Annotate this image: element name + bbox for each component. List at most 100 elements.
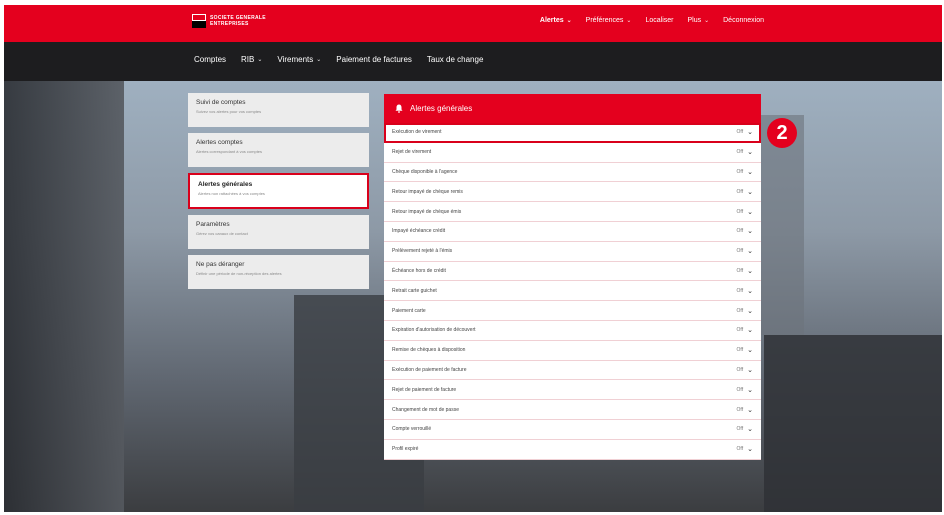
chevron-down-icon[interactable]: ⌄ [747,425,753,433]
top-nav: Alertes ⌄ Préférences ⌄ Localiser Plus ⌄ Déconn… [540,17,764,24]
sidebar-card-title: Alertes comptes [196,139,243,146]
alert-toggle[interactable]: Off ⌄ [737,208,753,216]
alert-toggle[interactable]: Off ⌄ [737,445,753,453]
alert-toggle[interactable]: Off ⌄ [737,227,753,235]
chevron-down-icon[interactable]: ⌄ [747,346,753,354]
alert-row[interactable]: Prélèvement rejeté à l'émis Off ⌄ [384,242,761,262]
sidebar-card[interactable]: Ne pas déranger Définir une période de no… [188,255,369,289]
alert-row[interactable]: Paiement carte Off ⌄ [384,301,761,321]
chevron-down-icon[interactable]: ⌄ [747,406,753,414]
alert-toggle[interactable]: Off ⌄ [737,188,753,196]
alert-toggle[interactable]: Off ⌄ [737,247,753,255]
sidebar-card[interactable]: Alertes comptes Alertes correspondant à v… [188,133,369,167]
alert-row[interactable]: Impayé échéance crédit Off ⌄ [384,222,761,242]
alert-row[interactable]: Profil expiré Off ⌄ [384,440,761,460]
chevron-down-icon: ⌄ [626,18,632,24]
alert-row[interactable]: Remise de chèques à disposition Off ⌄ [384,341,761,361]
alert-toggle[interactable]: Off ⌄ [737,287,753,295]
sidebar-card[interactable]: Alertes générales Alertes non rattachées … [188,173,369,209]
chevron-down-icon[interactable]: ⌄ [747,307,753,315]
chevron-down-icon: ⌄ [704,18,710,24]
sidebar-card-title: Alertes générales [198,181,253,188]
sidebar-card[interactable]: Suivi de comptes Suivez vos alertes pour … [188,93,369,127]
alert-toggle[interactable]: Off ⌄ [737,406,753,414]
sidebar-card-subtitle: Alertes non rattachées à vos comptes [198,191,265,196]
alert-label: Remise de chèques à disposition [392,347,466,354]
top-nav-item[interactable]: Déconnexion [723,17,764,24]
sub-nav-label: Virements [277,55,314,64]
chevron-down-icon[interactable]: ⌄ [747,445,753,453]
sub-nav-item[interactable]: RIB ⌄ [241,55,262,64]
top-nav-item[interactable]: Localiser [645,17,673,24]
top-nav-label: Déconnexion [723,17,764,24]
sub-nav-item[interactable]: Paiement de factures [336,55,412,64]
chevron-down-icon[interactable]: ⌄ [747,168,753,176]
chevron-down-icon[interactable]: ⌄ [747,267,753,275]
chevron-down-icon[interactable]: ⌄ [747,227,753,235]
sidebar-card-subtitle: Suivez vos alertes pour vos comptes [196,109,262,114]
alert-row[interactable]: Retour impayé de chèque émis Off ⌄ [384,202,761,222]
alert-row[interactable]: Retrait carte guichet Off ⌄ [384,281,761,302]
alert-toggle[interactable]: Off ⌄ [737,326,753,334]
alert-toggle[interactable]: Off ⌄ [737,168,753,176]
sidebar-card-title: Suivi de comptes [196,99,246,106]
sidebar-card-title: Ne pas déranger [196,261,245,268]
chevron-down-icon[interactable]: ⌄ [747,188,753,196]
alert-label: Profil expiré [392,446,419,453]
alert-toggle[interactable]: Off ⌄ [737,128,753,136]
alert-value: Off [736,406,744,413]
sidebar-card-title: Paramètres [196,221,230,228]
alert-toggle[interactable]: Off ⌄ [737,425,753,433]
logo[interactable]: SOCIETE GENERALE ENTREPRISES [192,14,266,28]
chevron-down-icon[interactable]: ⌄ [747,128,753,136]
alert-row[interactable]: Rejet de paiement de facture Off ⌄ [384,380,761,401]
alert-value: Off [736,188,744,195]
top-nav-item[interactable]: Plus ⌄ [687,17,709,24]
chevron-down-icon[interactable]: ⌄ [747,287,753,295]
alert-row[interactable]: Rejet de virement Off ⌄ [384,143,761,163]
panel-header: Alertes générales [384,94,761,123]
alert-label: Exécution de virement [392,129,442,136]
sub-nav-item[interactable]: Taux de change [427,55,484,64]
alert-toggle[interactable]: Off ⌄ [737,366,753,374]
alert-toggle[interactable]: Off ⌄ [737,386,753,394]
alert-value: Off [736,208,744,215]
alert-label: Impayé échéance crédit [392,228,446,235]
logo-icon [192,14,206,28]
top-nav-item[interactable]: Préférences ⌄ [586,17,632,24]
alert-label: Expiration d'autorisation de découvert [392,327,476,334]
app-frame: SOCIETE GENERALE ENTREPRISES Alertes ⌄ Pré… [4,5,942,512]
alert-row[interactable]: Échéance hors de crédit Off ⌄ [384,262,761,282]
bell-icon [395,104,403,113]
alert-label: Compte verrouillé [392,426,432,433]
sub-nav-item[interactable]: Comptes [194,55,226,64]
alert-toggle[interactable]: Off ⌄ [737,267,753,275]
alert-toggle[interactable]: Off ⌄ [737,307,753,315]
chevron-down-icon[interactable]: ⌄ [747,247,753,255]
alert-label: Prélèvement rejeté à l'émis [392,248,453,255]
alert-row[interactable]: Changement de mot de passe Off ⌄ [384,400,761,420]
sidebar-card[interactable]: Paramètres Gérez vos canaux de contact [188,215,369,249]
sidebar-card-subtitle: Définir une période de non-réception des… [196,271,282,276]
sub-nav-item[interactable]: Virements ⌄ [277,55,321,64]
chevron-down-icon[interactable]: ⌄ [747,148,753,156]
alert-row[interactable]: Retour impayé de chèque remis Off ⌄ [384,182,761,203]
chevron-down-icon: ⌄ [316,57,322,63]
top-nav-item[interactable]: Alertes ⌄ [540,17,572,24]
alert-value: Off [736,248,744,255]
alert-row[interactable]: Compte verrouillé Off ⌄ [384,420,761,440]
alert-row[interactable]: Chèque disponible à l'agence Off ⌄ [384,163,761,183]
alert-toggle[interactable]: Off ⌄ [737,346,753,354]
chevron-down-icon[interactable]: ⌄ [747,326,753,334]
alert-label: Rejet de virement [392,149,432,156]
chevron-down-icon[interactable]: ⌄ [747,208,753,216]
chevron-down-icon[interactable]: ⌄ [747,366,753,374]
top-nav-label: Localiser [645,17,674,24]
alert-row[interactable]: Expiration d'autorisation de découvert Of… [384,321,761,341]
alert-row[interactable]: Exécution de paiement de facture Off ⌄ [384,361,761,381]
alert-toggle[interactable]: Off ⌄ [737,148,753,156]
alert-value: Off [736,228,744,235]
alert-value: Off [736,327,744,334]
chevron-down-icon[interactable]: ⌄ [747,386,753,394]
alert-row[interactable]: Exécution de virement Off ⌄ [384,123,761,143]
